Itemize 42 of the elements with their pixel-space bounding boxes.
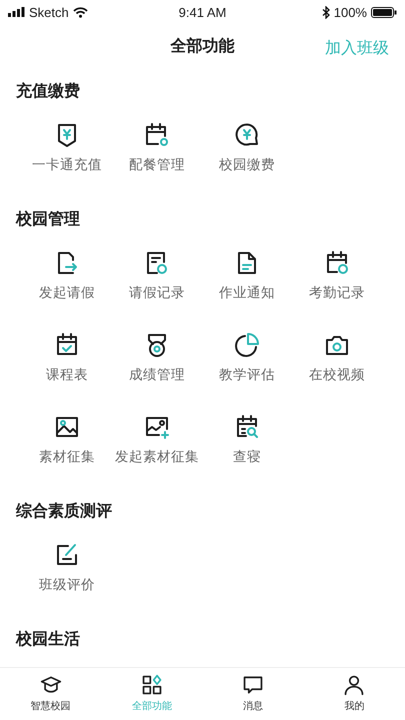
feature-item[interactable]: 考勤记录 [292,244,382,318]
battery-icon [370,6,397,18]
image-icon [54,414,80,440]
section-title: 综合素质测评 [16,500,112,522]
bluetooth-icon [322,6,330,18]
feature-item[interactable]: 配餐管理 [112,116,202,190]
image-plus-icon [144,414,170,440]
document-clock-icon [144,250,170,276]
edit-icon [54,542,80,568]
feature-item[interactable]: 成绩管理 [112,326,202,400]
carrier-name: Sketch [29,4,69,20]
feature-item[interactable]: 素材征集 [22,408,112,482]
feature-item[interactable]: 在校视频 [292,326,382,400]
feature-item[interactable]: 校园缴费 [202,116,292,190]
feature-item[interactable]: 课程表 [22,326,112,400]
tab[interactable]: 消息 [202,668,304,720]
tab[interactable]: 我的 [304,668,405,720]
section-title: 校园管理 [16,208,80,230]
section-title: 充值缴费 [16,80,80,102]
calendar-search-icon [234,414,260,440]
page-title: 全部功能 [170,36,234,56]
calendar-icon [144,122,170,148]
calendar-clock-icon [324,250,350,276]
wifi-icon [72,6,88,18]
tab[interactable]: 智慧校园 [0,668,102,720]
feature-item[interactable]: 作业通知 [202,244,292,318]
grid-icon [140,674,163,696]
signal-icon [8,7,25,17]
feature-item[interactable]: 一卡通充值 [22,116,112,190]
person-icon [343,674,366,696]
section-title: 校园生活 [16,628,80,650]
feature-item[interactable]: 发起请假 [22,244,112,318]
feature-item[interactable]: 请假记录 [112,244,202,318]
feature-item[interactable]: 班级评价 [22,536,112,610]
feature-item[interactable]: 教学评估 [202,326,292,400]
pie-chart-icon [234,332,260,358]
feature-item[interactable]: 发起素材征集 [112,408,202,482]
battery-percent: 100% [334,4,367,20]
feature-item[interactable]: 查寝 [202,408,292,482]
calendar-check-icon [54,332,80,358]
chat-bubble-icon [242,674,264,696]
status-time: 9:41 AM [178,4,226,20]
